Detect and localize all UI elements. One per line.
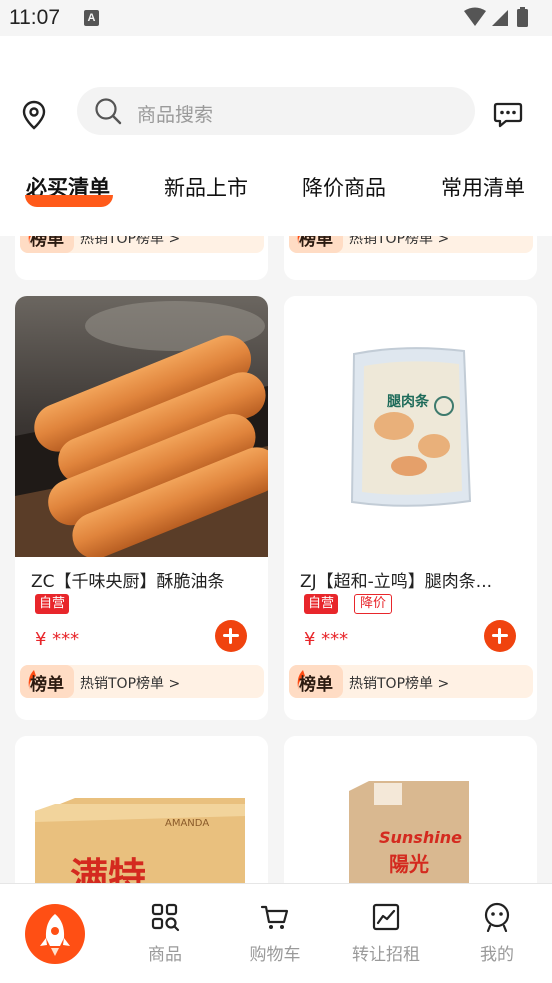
rank-badge-label: 榜单 <box>30 236 64 250</box>
status-bar: 11:07 A <box>0 0 552 36</box>
rocket-icon <box>40 914 70 956</box>
nav-label: 商品 <box>148 945 182 965</box>
product-title[interactable]: ZC【千味央厨】酥脆油条 <box>31 567 256 592</box>
rank-link[interactable]: 榜单 热销TOP榜单 > <box>20 665 264 698</box>
rank-badge-label: 榜单 <box>30 675 64 695</box>
box-text: 陽光 <box>389 852 429 876</box>
message-icon[interactable] <box>493 101 523 129</box>
rank-text: 热销TOP榜单 > <box>80 676 181 692</box>
rank-link[interactable]: 榜单 热销TOP榜单 > <box>289 236 533 253</box>
add-to-cart-button[interactable] <box>215 620 247 652</box>
grid-search-icon <box>151 903 180 932</box>
rank-text: 热销TOP榜单 > <box>349 236 450 247</box>
product-card[interactable]: 腿肉条 ZJ【超和-立鸣】腿肉条... 自营 降价 ¥ *** 榜单 热销TOP… <box>284 296 537 720</box>
package-label: 腿肉条 <box>387 394 429 410</box>
nav-item-profile[interactable]: 我的 <box>457 902 537 965</box>
search-icon <box>95 98 122 125</box>
rank-badge: 榜单 <box>289 665 343 698</box>
product-price: ¥ *** <box>35 629 80 650</box>
search-placeholder: 商品搜索 <box>137 104 214 126</box>
rank-text: 热销TOP榜单 > <box>80 236 181 247</box>
nav-label: 购物车 <box>249 945 301 965</box>
product-image[interactable]: 腿肉条 <box>284 296 537 557</box>
rank-badge: 榜单 <box>289 236 343 253</box>
product-card[interactable]: 榜单 热销TOP榜单 > <box>15 236 268 280</box>
product-image[interactable]: Sunshine 陽光 <box>284 736 537 883</box>
self-operated-tag: 自营 <box>304 594 339 614</box>
cart-icon <box>260 905 289 929</box>
rank-link[interactable]: 榜单 热销TOP榜单 > <box>20 236 264 253</box>
nav-label: 我的 <box>480 945 514 965</box>
box-brand: Sunshine <box>379 828 462 847</box>
box-text: 满特 <box>70 855 147 883</box>
rank-badge: 榜单 <box>20 665 74 698</box>
nav-item-products[interactable]: 商品 <box>125 902 205 965</box>
location-pin-icon[interactable] <box>21 100 47 130</box>
product-price: ¥ *** <box>304 629 349 650</box>
home-button[interactable] <box>25 904 85 964</box>
product-card[interactable]: 榜单 热销TOP榜单 > <box>284 236 537 280</box>
nav-label: 转让招租 <box>352 945 420 965</box>
product-card[interactable]: ZC【千味央厨】酥脆油条 自营 ¥ *** 榜单 热销TOP榜单 > <box>15 296 268 720</box>
tab-active-indicator <box>25 195 113 207</box>
rank-text: 热销TOP榜单 > <box>349 676 450 692</box>
chart-icon <box>372 903 400 931</box>
nav-item-cart[interactable]: 购物车 <box>235 902 315 965</box>
rank-badge: 榜单 <box>20 236 74 253</box>
box-brand: AMANDA <box>165 818 210 829</box>
product-title[interactable]: ZJ【超和-立鸣】腿肉条... <box>300 567 525 592</box>
user-icon <box>484 902 510 932</box>
status-time: 11:07 <box>9 6 60 29</box>
search-input[interactable]: 商品搜索 <box>77 87 475 135</box>
rank-badge-label: 榜单 <box>299 675 333 695</box>
rank-link[interactable]: 榜单 热销TOP榜单 > <box>289 665 533 698</box>
self-operated-tag: 自营 <box>35 594 70 614</box>
product-card[interactable]: 满特 AMANDA <box>15 736 268 883</box>
bottom-nav: 商品 购物车 转让招租 我的 <box>0 883 552 983</box>
nav-item-transfer-rent[interactable]: 转让招租 <box>346 902 426 965</box>
product-image[interactable] <box>15 296 268 557</box>
rank-badge-label: 榜单 <box>299 236 333 250</box>
tab-price-drop[interactable]: 降价商品 <box>302 172 386 202</box>
product-card[interactable]: Sunshine 陽光 <box>284 736 537 883</box>
tab-frequent-list[interactable]: 常用清单 <box>441 172 525 202</box>
add-to-cart-button[interactable] <box>484 620 516 652</box>
price-drop-tag: 降价 <box>354 594 393 614</box>
notification-icon: A <box>84 10 99 26</box>
signal-battery-icon <box>464 7 528 27</box>
tab-new-arrivals[interactable]: 新品上市 <box>164 172 248 202</box>
product-image[interactable]: 满特 AMANDA <box>15 736 268 883</box>
product-list[interactable]: 榜单 热销TOP榜单 > 榜单 热销TOP榜单 > ZC【千味央厨】酥脆油条 自… <box>0 236 552 883</box>
